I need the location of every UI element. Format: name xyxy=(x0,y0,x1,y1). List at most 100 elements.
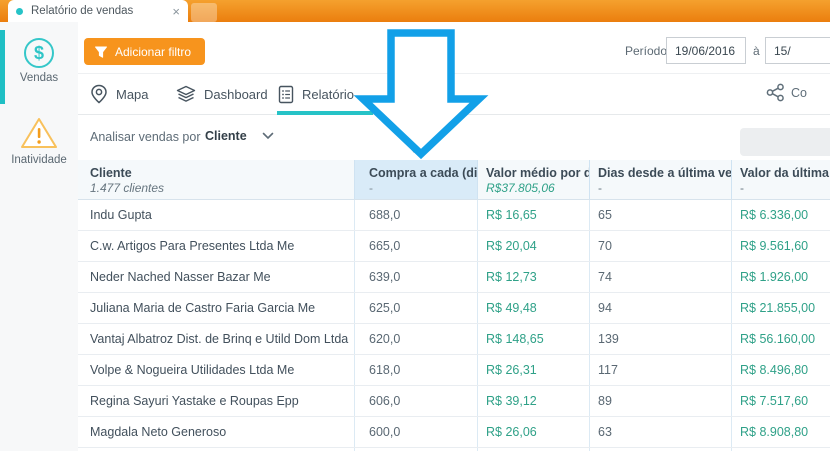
view-tabs: Mapa Dashboard Relatório Co xyxy=(78,74,830,115)
chevron-down-icon[interactable] xyxy=(262,132,274,140)
sidebar: $ Vendas Inatividade xyxy=(0,22,78,451)
table-row[interactable]: C.w. Artigos Para Presentes Ltda Me 665,… xyxy=(78,231,830,262)
cell-cliente: Juliana Maria de Castro Faria Garcia Me xyxy=(78,293,355,323)
cell-dias-desde: 94 xyxy=(590,293,732,323)
cell-valor-ultima: R$ 8.496,80 xyxy=(732,355,830,385)
cell-cliente: Vantaj Albatroz Dist. de Brinq e Utild D… xyxy=(78,324,355,354)
tab-relatorio[interactable]: Relatório xyxy=(278,74,354,114)
column-label: Dias desde a última venda xyxy=(598,166,731,180)
column-subvalue: R$37.805,06 xyxy=(486,181,555,195)
cell-valor-ultima: R$ 8.908,80 xyxy=(732,417,830,447)
unsaved-dot-icon xyxy=(16,7,23,15)
analyze-label: Analisar vendas por xyxy=(90,130,201,144)
cell-valor-medio: R$ 26,06 xyxy=(478,417,590,447)
report-document-icon xyxy=(278,85,294,103)
sort-desc-icon[interactable] xyxy=(409,147,419,153)
table-row[interactable]: Neder Nached Nasser Bazar Me 639,0 R$ 12… xyxy=(78,262,830,293)
column-label: Compra a cada (dias) xyxy=(369,166,477,180)
cell-compra-a-cada: 625,0 xyxy=(355,293,478,323)
tab-dashboard[interactable]: Dashboard xyxy=(176,74,268,114)
cell-dias-desde: 70 xyxy=(590,231,732,261)
date-from-value: 19/06/2016 xyxy=(675,43,736,58)
cell-cliente: Magdala Neto Generoso xyxy=(78,417,355,447)
cell-valor-ultima: R$ 21.855,00 xyxy=(732,293,830,323)
window-tab-title: Relatório de vendas xyxy=(31,5,134,17)
add-filter-button[interactable]: Adicionar filtro xyxy=(84,38,206,65)
cell-valor-medio: R$ 20,04 xyxy=(478,231,590,261)
window-tab-relatorio-de-vendas[interactable]: Relatório de vendas × xyxy=(8,0,188,22)
table-row[interactable]: Volpe & Nogueira Utilidades Ltda Me 618,… xyxy=(78,355,830,386)
table-row[interactable]: Indu Gupta 688,0 R$ 16,65 65 R$ 6.336,00 xyxy=(78,200,830,231)
sidebar-item-vendas[interactable]: $ Vendas xyxy=(0,38,78,84)
cell-valor-medio: R$ 26,31 xyxy=(478,355,590,385)
analyze-row: Analisar vendas por Cliente xyxy=(78,115,830,160)
column-subvalue: - xyxy=(740,181,744,195)
cell-compra-a-cada: 620,0 xyxy=(355,324,478,354)
cell-compra-a-cada: 606,0 xyxy=(355,386,478,416)
table-row[interactable]: Regina Sayuri Yastake e Roupas Epp 606,0… xyxy=(78,386,830,417)
column-header-dias-desde[interactable]: Dias desde a última venda - xyxy=(590,160,732,199)
period-label: Período xyxy=(625,44,668,58)
date-to-input[interactable]: 15/ xyxy=(765,37,830,64)
column-subvalue: 1.477 clientes xyxy=(90,181,165,195)
column-subvalue: - xyxy=(369,181,373,195)
tab-mapa[interactable]: Mapa xyxy=(90,74,149,114)
cell-valor-medio: R$ 49,48 xyxy=(478,293,590,323)
table-row[interactable]: Vantaj Albatroz Dist. de Brinq e Utild D… xyxy=(78,324,830,355)
toolbar: Adicionar filtro Período 19/06/2016 15 à… xyxy=(78,22,830,74)
column-header-valor-medio[interactable]: Valor médio por dia R$37.805,06 xyxy=(478,160,590,199)
add-filter-label: Adicionar filtro xyxy=(115,44,192,59)
cell-valor-medio: R$ 12,73 xyxy=(478,262,590,292)
cell-valor-medio: R$ 16,65 xyxy=(478,200,590,230)
close-tab-icon[interactable]: × xyxy=(172,5,180,18)
tab-label: Dashboard xyxy=(204,86,268,102)
cell-dias-desde: 117 xyxy=(590,355,732,385)
cell-compra-a-cada: 639,0 xyxy=(355,262,478,292)
sales-report-table: Cliente 1.477 clientes Compra a cada (di… xyxy=(78,147,830,451)
cell-compra-a-cada: 665,0 xyxy=(355,231,478,261)
sidebar-item-label: Vendas xyxy=(19,72,59,84)
sidebar-item-inatividade[interactable]: Inatividade xyxy=(0,116,78,166)
cell-dias-desde: 74 xyxy=(590,262,732,292)
column-header-compra-a-cada[interactable]: Compra a cada (dias) - xyxy=(355,147,478,199)
warning-triangle-icon xyxy=(21,118,57,148)
app-window: Relatório de vendas × $ Vendas Inativida… xyxy=(0,0,830,451)
column-label: Valor da última venda xyxy=(740,166,830,180)
sidebar-item-label: Inatividade xyxy=(11,154,67,166)
cell-dias-desde: 139 xyxy=(590,324,732,354)
cell-cliente: Indu Gupta xyxy=(78,200,355,230)
layers-icon xyxy=(176,85,196,102)
new-tab-area[interactable] xyxy=(191,3,217,22)
column-header-valor-ultima[interactable]: Valor da última venda - xyxy=(732,160,830,199)
cell-valor-ultima: R$ 56.160,00 xyxy=(732,324,830,354)
date-from-input[interactable]: 19/06/2016 15 xyxy=(666,37,746,64)
table-row[interactable]: Juliana Maria de Castro Faria Garcia Me … xyxy=(78,293,830,324)
column-label: Valor médio por dia xyxy=(486,166,589,180)
tab-label: Mapa xyxy=(116,86,149,102)
analyze-by-dropdown[interactable]: Cliente xyxy=(205,129,247,143)
share-label: Co xyxy=(791,85,807,100)
column-subvalue: - xyxy=(598,181,602,195)
cell-compra-a-cada: 618,0 xyxy=(355,355,478,385)
cell-valor-ultima: R$ 1.926,00 xyxy=(732,262,830,292)
cell-compra-a-cada: 600,0 xyxy=(355,417,478,447)
date-range-separator: à xyxy=(753,44,760,58)
cell-dias-desde: 65 xyxy=(590,200,732,230)
table-body: Indu Gupta 688,0 R$ 16,65 65 R$ 6.336,00… xyxy=(78,200,830,451)
title-bar: Relatório de vendas × xyxy=(0,0,830,22)
table-row[interactable]: Magdala Neto Generoso 600,0 R$ 26,06 63 … xyxy=(78,417,830,448)
share-button[interactable]: Co xyxy=(766,83,807,102)
date-to-value: 15/ xyxy=(774,43,791,58)
share-icon xyxy=(766,83,784,102)
cell-valor-medio: R$ 39,12 xyxy=(478,386,590,416)
map-pin-icon xyxy=(91,84,107,104)
cell-valor-ultima: R$ 7.517,60 xyxy=(732,386,830,416)
search-box[interactable] xyxy=(740,128,830,156)
column-header-cliente[interactable]: Cliente 1.477 clientes xyxy=(78,160,355,199)
cell-compra-a-cada: 688,0 xyxy=(355,200,478,230)
dollar-circle-icon: $ xyxy=(24,38,54,68)
cell-dias-desde: 89 xyxy=(590,386,732,416)
cell-valor-medio: R$ 148,65 xyxy=(478,324,590,354)
cell-cliente: Regina Sayuri Yastake e Roupas Epp xyxy=(78,386,355,416)
cell-valor-ultima: R$ 9.561,60 xyxy=(732,231,830,261)
